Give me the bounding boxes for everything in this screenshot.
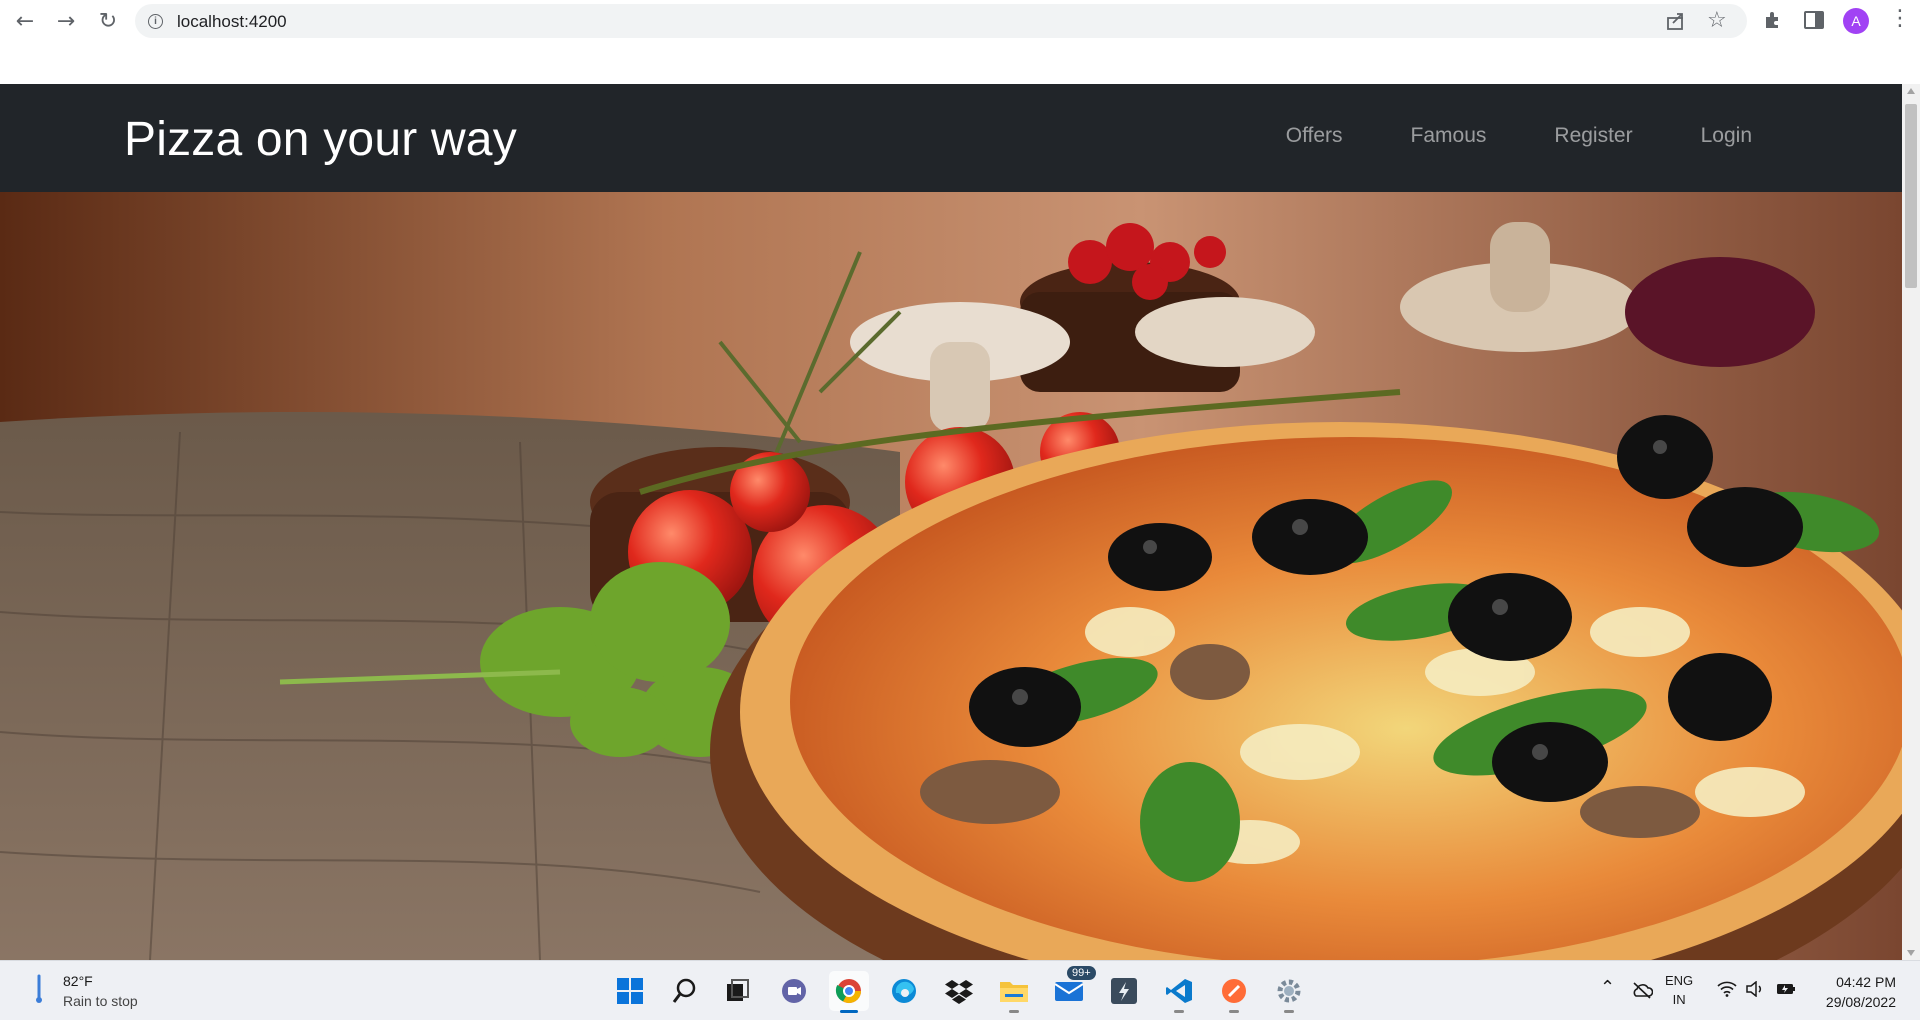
address-url[interactable]: localhost:4200: [177, 12, 287, 32]
nav-link-login[interactable]: Login: [1701, 124, 1752, 148]
side-panel-icon[interactable]: [1804, 11, 1824, 29]
browser-toolbar: ← → ↻ i localhost:4200 ☆ A ⋮: [0, 0, 1920, 42]
page-scrollbar[interactable]: [1902, 84, 1920, 960]
edge-icon[interactable]: [884, 971, 924, 1011]
vscode-icon[interactable]: [1159, 971, 1199, 1013]
start-icon[interactable]: [610, 971, 650, 1011]
forward-arrow-icon[interactable]: →: [53, 8, 79, 34]
clock-time: 04:42 PM: [1836, 974, 1896, 990]
site-brand[interactable]: Pizza on your way: [124, 112, 517, 167]
browser-menu-icon[interactable]: ⋮: [1889, 8, 1911, 30]
settings-icon[interactable]: [1269, 971, 1309, 1013]
address-bar[interactable]: i localhost:4200 ☆: [135, 4, 1747, 38]
share-icon[interactable]: [1665, 10, 1687, 32]
language-indicator[interactable]: ENG IN: [1665, 971, 1693, 1009]
scroll-up-arrow-icon[interactable]: [1907, 88, 1915, 94]
site-navbar: Pizza on your way Offers Famous Register…: [0, 84, 1902, 192]
language-region: IN: [1672, 992, 1686, 1007]
teams-icon[interactable]: [774, 971, 814, 1011]
tray-overflow-chevron-icon[interactable]: ⌃: [1600, 977, 1615, 998]
weather-temperature[interactable]: 82°F: [63, 973, 93, 989]
nav-link-register[interactable]: Register: [1554, 124, 1632, 148]
scroll-thumb[interactable]: [1905, 104, 1917, 288]
battery-charging-icon[interactable]: [1775, 981, 1797, 997]
postman-icon[interactable]: [1214, 971, 1254, 1013]
scroll-down-arrow-icon[interactable]: [1907, 950, 1915, 956]
onedrive-offline-icon[interactable]: [1631, 981, 1653, 999]
profile-avatar[interactable]: A: [1843, 8, 1869, 34]
extensions-puzzle-icon[interactable]: [1762, 9, 1784, 31]
language-code: ENG: [1665, 973, 1694, 988]
rain-weather-icon[interactable]: [30, 974, 48, 1006]
weather-description[interactable]: Rain to stop: [63, 993, 138, 1009]
search-icon[interactable]: [665, 971, 705, 1011]
chrome-icon[interactable]: [829, 971, 869, 1013]
terminal-icon[interactable]: [1104, 971, 1144, 1011]
clock-date: 29/08/2022: [1825, 994, 1896, 1010]
task-view-icon[interactable]: [718, 971, 758, 1011]
site-info-icon[interactable]: i: [148, 14, 163, 29]
nav-links: Offers Famous Register Login: [1286, 124, 1752, 148]
mail-unread-badge: 99+: [1067, 966, 1096, 980]
volume-icon[interactable]: [1745, 981, 1765, 997]
wifi-icon[interactable]: [1717, 981, 1737, 997]
file-explorer-icon[interactable]: [994, 971, 1034, 1013]
reload-icon[interactable]: ↻: [95, 8, 121, 34]
nav-link-offers[interactable]: Offers: [1286, 124, 1343, 148]
hero-pizza-image: [0, 192, 1902, 960]
back-arrow-icon[interactable]: ←: [12, 8, 38, 34]
bookmark-star-icon[interactable]: ☆: [1707, 8, 1727, 33]
page-viewport: Pizza on your way Offers Famous Register…: [0, 84, 1902, 960]
dropbox-icon[interactable]: [939, 971, 979, 1011]
nav-link-famous[interactable]: Famous: [1411, 124, 1487, 148]
system-clock[interactable]: 04:42 PM 29/08/2022: [1826, 972, 1896, 1012]
windows-taskbar: 82°F Rain to stop 99+ ⌃ ENG IN 04:42 PM …: [0, 960, 1920, 1020]
